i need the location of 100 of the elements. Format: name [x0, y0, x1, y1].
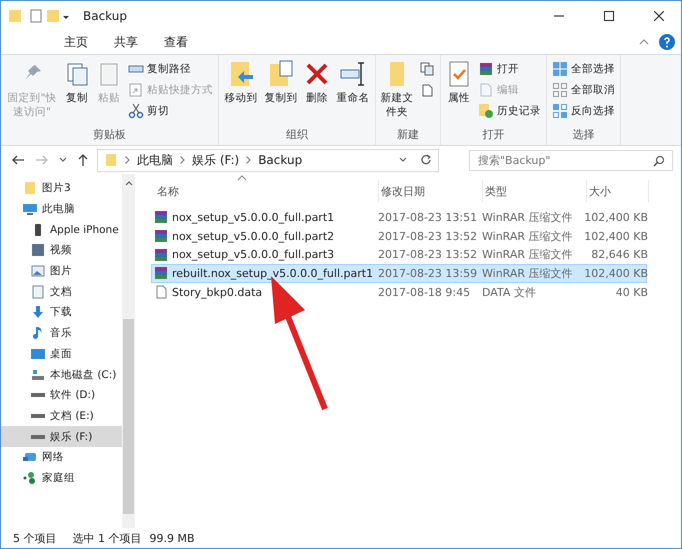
file-row[interactable]: rebuilt.nox_setup_v5.0.0.0_full.part1 2017-08-23 13:59 WinRAR 压缩文件 102,400 KB — [151, 264, 647, 283]
column-header[interactable]: 类型 — [483, 180, 587, 202]
file-name: rebuilt.nox_setup_v5.0.0.0_full.part1 — [172, 266, 374, 280]
type-cell-text: WinRAR 压缩文件 — [482, 247, 574, 262]
search-field[interactable]: 搜索"Backup" — [469, 150, 673, 170]
nav-label: 家庭组 — [42, 470, 75, 485]
ribbon-button[interactable]: 复制 — [62, 57, 92, 127]
history-icon — [478, 103, 494, 119]
nav-item[interactable]: 文档 (E:) — [1, 406, 122, 426]
archive-icon — [154, 266, 168, 280]
ribbon-button[interactable]: 全部取消 — [550, 80, 617, 100]
nav-item[interactable]: 音乐 — [1, 322, 122, 344]
group-label: 剪贴板 — [92, 127, 127, 143]
ribbon-button[interactable]: 反向选择 — [550, 101, 617, 121]
breadcrumb[interactable]: Backup — [258, 153, 302, 167]
group-label: 打开 — [482, 127, 506, 143]
file-name: nox_setup_v5.0.0.0_full.part2 — [172, 230, 334, 243]
close-icon — [654, 10, 664, 20]
drive-icon — [31, 393, 45, 398]
ribbon-button[interactable]: 属性 — [444, 57, 474, 127]
nav-label: 桌面 — [50, 346, 72, 361]
nav-label: 本地磁盘 (C:) — [50, 368, 116, 382]
select-none-icon — [552, 82, 568, 98]
archive-icon — [154, 229, 168, 244]
breadcrumb[interactable]: 娱乐 (F:) — [192, 152, 240, 168]
picture-icon — [31, 264, 45, 278]
file-row[interactable]: nox_setup_v5.0.0.0_full.part3 2017-08-23 13:52 WinRAR 压缩文件 82,646 KB — [151, 245, 647, 264]
ribbon-button[interactable]: 新建文件夹 — [379, 57, 415, 127]
video-icon — [31, 243, 45, 258]
select-all-icon — [552, 61, 568, 77]
file-row[interactable]: Story_bkp0.data 2017-08-18 9:45 DATA 文件 40 KB — [151, 282, 647, 302]
ribbon-button[interactable]: 删除 — [302, 57, 332, 127]
quick-access-toolbar-icon — [9, 8, 69, 24]
scissors-icon — [128, 103, 144, 119]
date-cell-text: 2017-08-23 13:59 — [378, 266, 478, 280]
nav-label: 文档 (E:) — [50, 408, 94, 423]
nav-item[interactable]: 文档 — [1, 281, 122, 302]
nav-item[interactable]: 下载 — [1, 302, 122, 323]
nav-label: 娱乐 (F:) — [50, 430, 92, 444]
caret-icon — [399, 156, 407, 164]
nav-item[interactable]: 此电脑 — [1, 198, 122, 220]
desktop-icon — [31, 346, 45, 361]
ribbon-button[interactable]: 全部选择 — [550, 59, 617, 79]
nav-item[interactable]: 娱乐 (F:) — [1, 426, 122, 447]
size-cell: 102,400 KB — [586, 230, 648, 243]
column-header[interactable]: 修改日期 — [379, 180, 483, 202]
ribbon-tab[interactable]: 共享 — [101, 30, 151, 54]
window-title: Backup — [83, 8, 127, 22]
nav-item[interactable]: 本地磁盘 (C:) — [1, 364, 122, 385]
address-bar[interactable]: 此电脑 娱乐 (F:) Backup — [97, 148, 439, 172]
invert-selection-icon — [552, 103, 568, 119]
file-row[interactable]: nox_setup_v5.0.0.0_full.part2 2017-08-23 13:52 WinRAR 压缩文件 102,400 KB — [151, 226, 647, 246]
date-cell-text: 2017-08-23 13:51 — [378, 210, 478, 224]
download-icon — [31, 305, 45, 320]
ribbon-button[interactable]: 复制路径 — [126, 59, 215, 79]
type-cell-text: DATA 文件 — [482, 284, 537, 300]
date-cell-text: 2017-08-18 9:45 — [378, 286, 472, 299]
document-icon — [31, 284, 45, 299]
ribbon-button[interactable]: 打开 — [476, 59, 543, 79]
shortcut-icon — [128, 82, 144, 98]
group-label: 组织 — [285, 127, 309, 143]
scroll-thumb[interactable] — [123, 319, 134, 514]
size-cell-text: 40 KB — [614, 286, 648, 299]
forward-icon — [35, 154, 49, 166]
edit-icon — [478, 82, 494, 98]
ribbon-tab[interactable]: 查看 — [151, 30, 201, 54]
column-header[interactable]: 大小 — [587, 180, 649, 202]
ribbon-button[interactable]: 移动到 — [222, 57, 260, 127]
nav-item[interactable]: 网络 — [1, 446, 122, 468]
drive-icon — [31, 414, 45, 418]
nav-item[interactable]: 视频 — [1, 240, 122, 261]
recent-button[interactable] — [57, 156, 69, 164]
breadcrumb[interactable]: 此电脑 — [137, 152, 173, 168]
back-icon — [11, 154, 25, 166]
ribbon-button[interactable]: 复制到 — [262, 57, 300, 127]
nav-item[interactable]: 软件 (D:) — [1, 384, 122, 406]
selection-count: 选中 1 个项目 — [72, 530, 142, 546]
ribbon-button[interactable]: 历史记录 — [476, 101, 543, 121]
nav-item[interactable]: 家庭组 — [1, 468, 122, 488]
maximize-icon — [604, 10, 614, 20]
file-icon — [154, 285, 168, 300]
file-name: nox_setup_v5.0.0.0_full.part3 — [172, 248, 334, 262]
help-icon — [659, 34, 675, 50]
folder-icon — [104, 153, 118, 167]
nav-item[interactable]: Apple iPhone — [1, 219, 122, 240]
nav-item[interactable]: 图片 — [1, 260, 122, 282]
type-cell-text: WinRAR 压缩文件 — [482, 228, 574, 244]
size-cell: 102,400 KB — [586, 266, 648, 280]
file-row[interactable]: nox_setup_v5.0.0.0_full.part1 2017-08-23 13:51 WinRAR 压缩文件 102,400 KB — [151, 208, 647, 227]
ribbon-tab[interactable]: 主页 — [51, 30, 101, 54]
group-label: 选择 — [572, 127, 596, 143]
selection-size: 99.9 MB — [150, 532, 195, 544]
column-header[interactable]: 名称 — [155, 180, 379, 202]
chevron-icon — [246, 156, 252, 164]
nav-item[interactable]: 桌面 — [1, 344, 122, 364]
nav-label: Apple iPhone — [50, 224, 119, 236]
ribbon-button[interactable]: 重命名 — [334, 57, 372, 127]
scrollbar[interactable] — [122, 174, 135, 528]
ribbon-button[interactable]: 剪切 — [126, 101, 215, 121]
nav-item[interactable]: 图片3 — [1, 178, 122, 199]
